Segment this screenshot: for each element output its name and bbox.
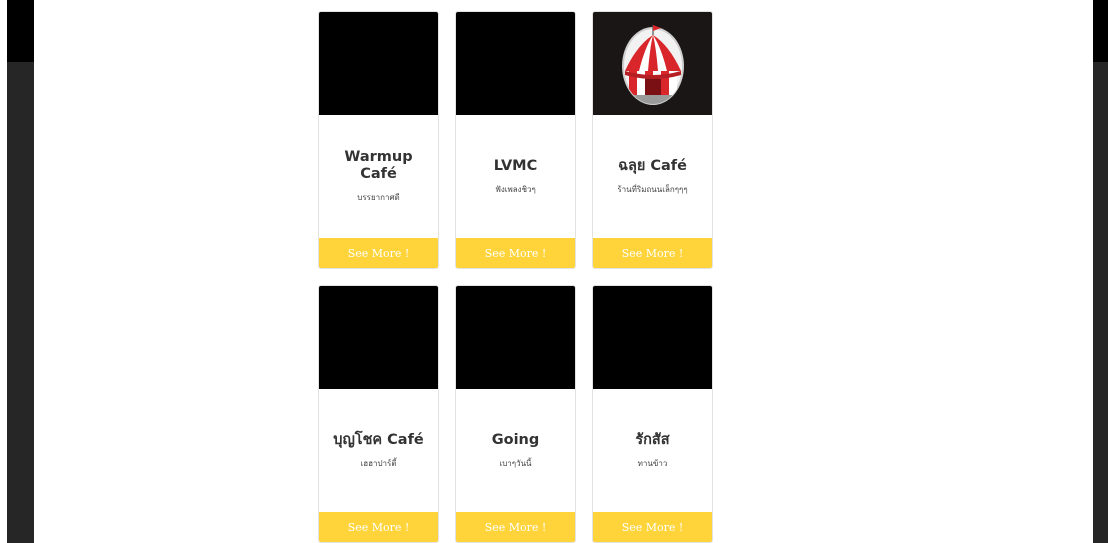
card-title: LVMC xyxy=(493,157,538,174)
see-more-button[interactable]: See More ! xyxy=(593,512,712,542)
cafe-card: รักสัส ทานข้าว See More ! xyxy=(592,285,713,543)
see-more-button[interactable]: See More ! xyxy=(456,512,575,542)
card-thumbnail[interactable] xyxy=(456,286,575,389)
see-more-button[interactable]: See More ! xyxy=(319,512,438,542)
card-thumbnail[interactable] xyxy=(593,12,712,115)
card-thumbnail[interactable] xyxy=(456,12,575,115)
card-title: รักสัส xyxy=(635,431,670,448)
cafe-card: Going เบาๆวันนี้ See More ! xyxy=(455,285,576,543)
cafe-card: ฉลุย Café ร้านที่ริมถนนเล็กๆๆๆ See More … xyxy=(592,11,713,269)
card-description: ฟังเพลงชิวๆ xyxy=(495,184,536,194)
card-title: Warmup Café xyxy=(344,149,413,182)
card-title: บุญโชค Café xyxy=(333,431,424,448)
cafe-card: Warmup Café บรรยากาศดี See More ! xyxy=(318,11,439,269)
card-title: ฉลุย Café xyxy=(618,157,687,174)
card-description: ร้านที่ริมถนนเล็กๆๆๆ xyxy=(617,184,688,194)
left-panel-cap xyxy=(7,0,34,62)
card-title: Going xyxy=(491,431,540,448)
see-more-button[interactable]: See More ! xyxy=(593,238,712,268)
card-description: บรรยากาศดี xyxy=(357,193,400,202)
see-more-button[interactable]: See More ! xyxy=(456,238,575,268)
card-thumbnail[interactable] xyxy=(593,286,712,389)
left-dark-panel xyxy=(7,0,34,543)
cafe-card: LVMC ฟังเพลงชิวๆ See More ! xyxy=(455,11,576,269)
circus-tent-icon xyxy=(621,24,684,105)
card-description: เบาๆวันนี้ xyxy=(499,458,532,468)
card-description: เฮฮาปาร์ตี้ xyxy=(360,458,397,468)
right-dark-panel xyxy=(1093,0,1108,543)
card-thumbnail[interactable] xyxy=(319,286,438,389)
see-more-button[interactable]: See More ! xyxy=(319,238,438,268)
cafe-card-grid: Warmup Café บรรยากาศดี See More ! LVMC ฟ… xyxy=(318,11,713,543)
card-thumbnail[interactable] xyxy=(319,12,438,115)
card-description: ทานข้าว xyxy=(637,458,668,468)
cafe-card: บุญโชค Café เฮฮาปาร์ตี้ See More ! xyxy=(318,285,439,543)
right-panel-cap xyxy=(1093,0,1108,62)
